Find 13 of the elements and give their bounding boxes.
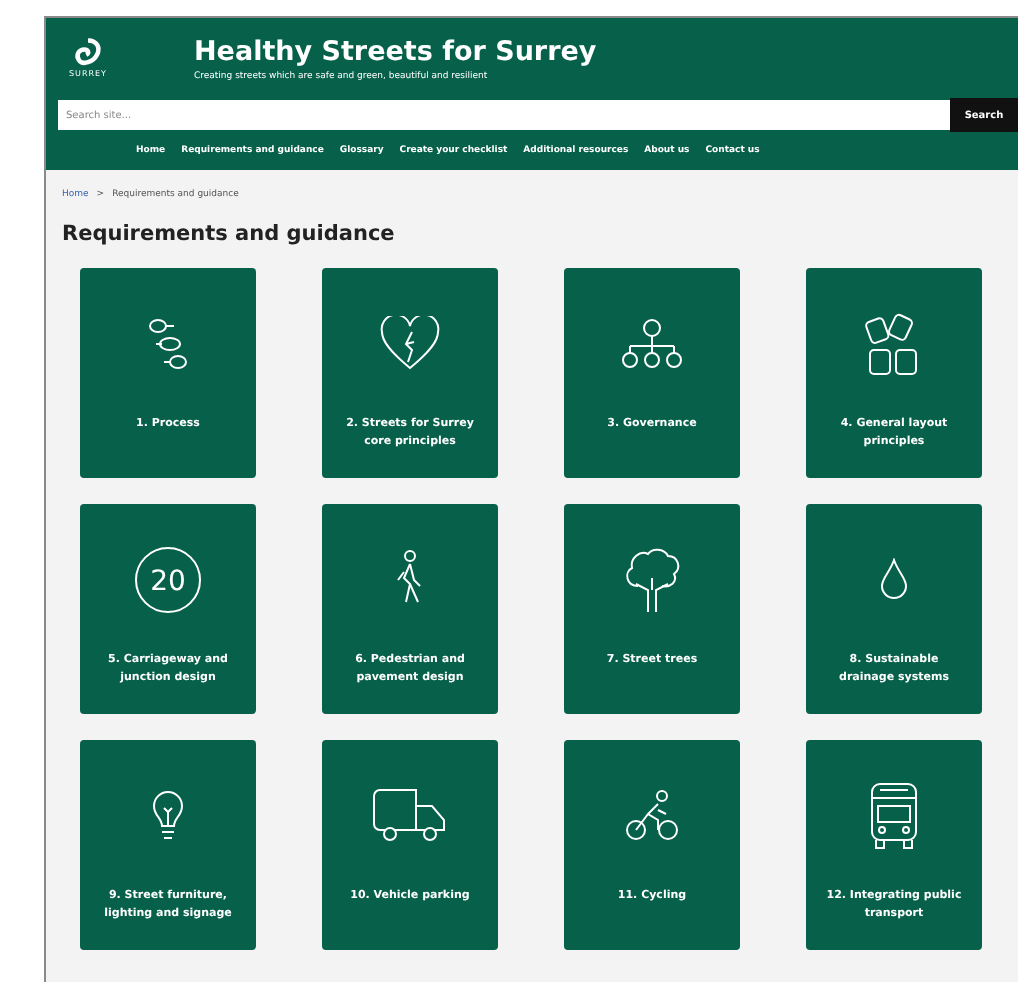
hierarchy-icon [620,318,684,370]
tree-icon [622,546,682,614]
page-heading: Requirements and guidance [62,222,397,246]
flow-icon [146,318,190,370]
light-bulb-icon [152,790,184,842]
van-icon [370,788,450,844]
water-drop-icon [878,558,910,602]
cyclist-icon [624,790,680,842]
site-title: Healthy Streets for Surrey [194,35,597,67]
heart-icon [380,316,440,372]
bus-icon [868,782,920,850]
speed-limit-icon: 20 [134,546,202,614]
logo-icon[interactable] [70,38,106,68]
